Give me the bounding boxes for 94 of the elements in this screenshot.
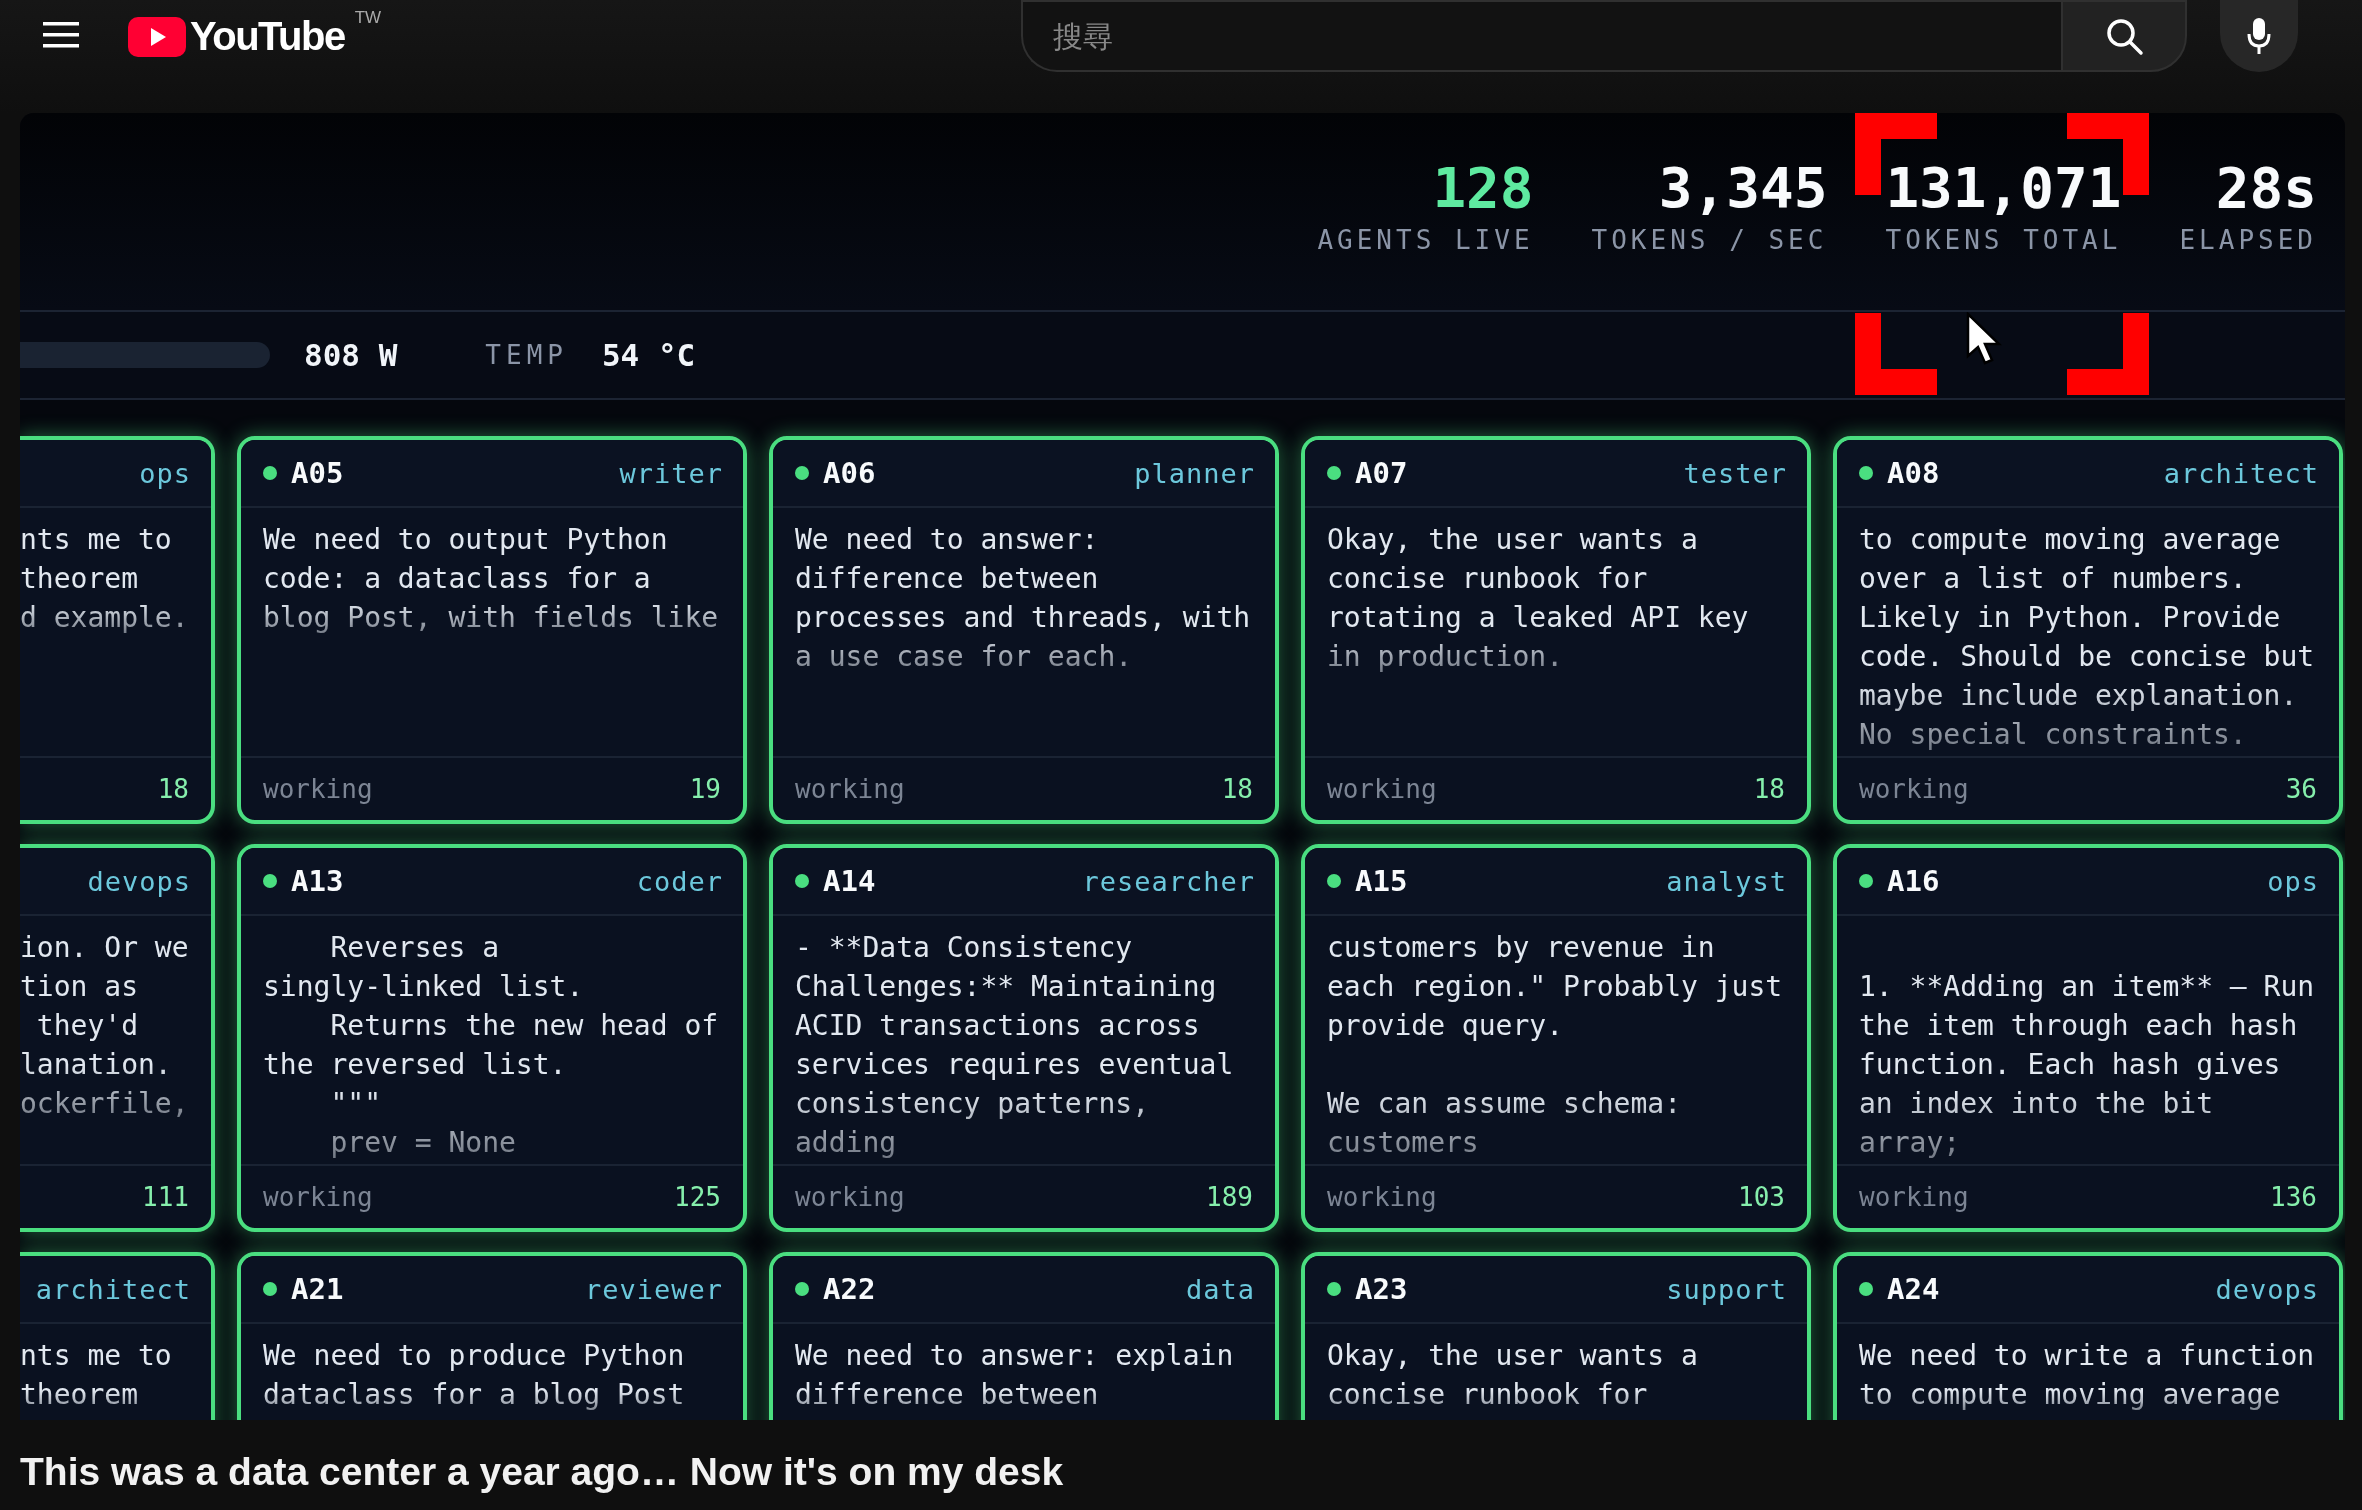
status-dot xyxy=(1327,874,1341,888)
token-count: 19 xyxy=(689,774,721,804)
stat-value: 128 xyxy=(1432,154,1534,222)
agent-output: We need to answer: difference between processes and threads, with a use case for each. xyxy=(795,522,1252,675)
agent-output: We need to write a function to compute moving average xyxy=(1859,1338,2316,1413)
voice-search-button[interactable] xyxy=(2220,0,2299,72)
agent-role: writer xyxy=(619,457,723,489)
region-code: TW xyxy=(354,8,382,28)
agent-role: coder xyxy=(636,865,723,897)
agent-id: A21 xyxy=(291,1272,344,1306)
stat-label: ELAPSED xyxy=(2179,225,2317,255)
status-dot xyxy=(1327,466,1341,480)
agent-status: working xyxy=(263,1182,373,1212)
agent-status: working xyxy=(1859,1182,1969,1212)
agent-role: reviewer xyxy=(584,1273,723,1305)
status-dot xyxy=(263,874,277,888)
play-logo-icon[interactable] xyxy=(128,16,186,57)
agent-status: working xyxy=(795,774,905,804)
microphone-icon xyxy=(2246,16,2273,56)
stat-value: 28s xyxy=(2215,154,2317,222)
agent-output: Okay, the user wants a concise runbook for rotating a leaked API key in production. xyxy=(1327,522,1750,675)
agent-output: We need to answer: explain difference between xyxy=(795,1338,1235,1413)
stat-label: TOKENS TOTAL xyxy=(1885,225,2122,255)
temp-reading: 54 °C xyxy=(601,337,696,373)
token-count: 189 xyxy=(1206,1182,1253,1212)
agent-role: researcher xyxy=(1082,865,1255,897)
agent-status: working xyxy=(1859,774,1969,804)
agent-id: A22 xyxy=(823,1272,876,1306)
agent-id: A06 xyxy=(823,456,876,490)
token-count: 136 xyxy=(2270,1182,2317,1212)
agent-output: to compute moving average over a list of numbers. Likely in Python. Provide code. Should be concise but maybe include explanation. No special constraints. xyxy=(1859,522,2316,753)
agent-output: nts me to theorem xyxy=(20,1338,173,1413)
agent-id: A05 xyxy=(291,456,344,490)
logo-wordmark[interactable]: YouTube xyxy=(190,14,345,59)
status-dot xyxy=(1859,466,1873,480)
token-count: 125 xyxy=(674,1182,721,1212)
agent-id: A07 xyxy=(1355,456,1408,490)
token-count: 103 xyxy=(1738,1182,1785,1212)
agent-id: A08 xyxy=(1887,456,1940,490)
token-count: 18 xyxy=(1753,774,1785,804)
status-dot xyxy=(795,466,809,480)
agent-id: A15 xyxy=(1355,864,1408,898)
status-dot xyxy=(1859,1282,1873,1296)
agent-output: We need to produce Python dataclass for a blog Post xyxy=(263,1338,686,1413)
agent-role: architect xyxy=(2163,457,2319,489)
search-icon xyxy=(2104,16,2145,56)
search-button[interactable] xyxy=(2061,0,2188,72)
agent-output: We need to output Python code: a dataclass for a blog Post, with fields like xyxy=(263,522,720,636)
search-field[interactable]: 搜尋 xyxy=(1021,0,2062,72)
agent-role: devops xyxy=(2215,1273,2319,1305)
agent-output: Okay, the user wants a concise runbook for xyxy=(1327,1338,1699,1413)
agent-status: working xyxy=(1327,1182,1437,1212)
agent-status: working xyxy=(795,1182,905,1212)
agent-id: A16 xyxy=(1887,864,1940,898)
status-dot xyxy=(263,466,277,480)
agent-role: data xyxy=(1185,1273,1255,1305)
agent-output: nts me to theorem d example. xyxy=(20,522,189,636)
agent-id: A24 xyxy=(1887,1272,1940,1306)
agent-id: A23 xyxy=(1355,1272,1408,1306)
agent-role: analyst xyxy=(1666,865,1787,897)
agent-role: support xyxy=(1666,1273,1787,1305)
status-dot xyxy=(795,1282,809,1296)
stat-label: AGENTS LIVE xyxy=(1317,225,1534,255)
stat-value: 3,345 xyxy=(1658,154,1828,222)
token-count: 111 xyxy=(142,1182,189,1212)
agent-role: ops xyxy=(139,457,191,489)
cursor-icon xyxy=(1966,312,2002,366)
agent-status: working xyxy=(263,774,373,804)
status-dot xyxy=(795,874,809,888)
video-title: This was a data center a year ago… Now it's on my desk xyxy=(19,1449,1065,1494)
menu-icon[interactable] xyxy=(43,22,79,48)
agent-output: Reverses a singly-linked list. Returns the new head of the reversed list. """ prev = None xyxy=(263,930,720,1161)
status-dot xyxy=(263,1282,277,1296)
status-dot xyxy=(1859,874,1873,888)
agent-role: tester xyxy=(1683,457,1787,489)
agent-role: architect xyxy=(35,1273,191,1305)
agent-role: devops xyxy=(87,865,191,897)
agent-output: customers by revenue in each region." Probably just provide query. We can assume schema: customers xyxy=(1327,930,1784,1161)
agent-output: ion. Or we tion as they'd lanation. ockerfile, xyxy=(20,930,189,1122)
agent-output: 1. **Adding an item** — Run the item through each hash function. Each hash gives an index into the bit array; xyxy=(1859,969,2316,1161)
agent-role: ops xyxy=(2267,865,2319,897)
agent-id: A14 xyxy=(823,864,876,898)
agent-id: A13 xyxy=(291,864,344,898)
token-count: 18 xyxy=(1221,774,1253,804)
agent-output: - **Data Consistency Challenges:** Maintaining ACID transactions across services requires eventual consistency patterns, adding xyxy=(795,930,1235,1161)
power-reading: 808 W xyxy=(304,337,398,373)
agent-status: working xyxy=(1327,774,1437,804)
agent-role: planner xyxy=(1134,457,1255,489)
stat-label: TOKENS / SEC xyxy=(1591,225,1828,255)
status-dot xyxy=(1327,1282,1341,1296)
token-count: 36 xyxy=(2285,774,2317,804)
token-count: 18 xyxy=(157,774,189,804)
stat-value: 131,071 xyxy=(1885,154,2122,222)
temp-label: TEMP xyxy=(485,340,568,370)
